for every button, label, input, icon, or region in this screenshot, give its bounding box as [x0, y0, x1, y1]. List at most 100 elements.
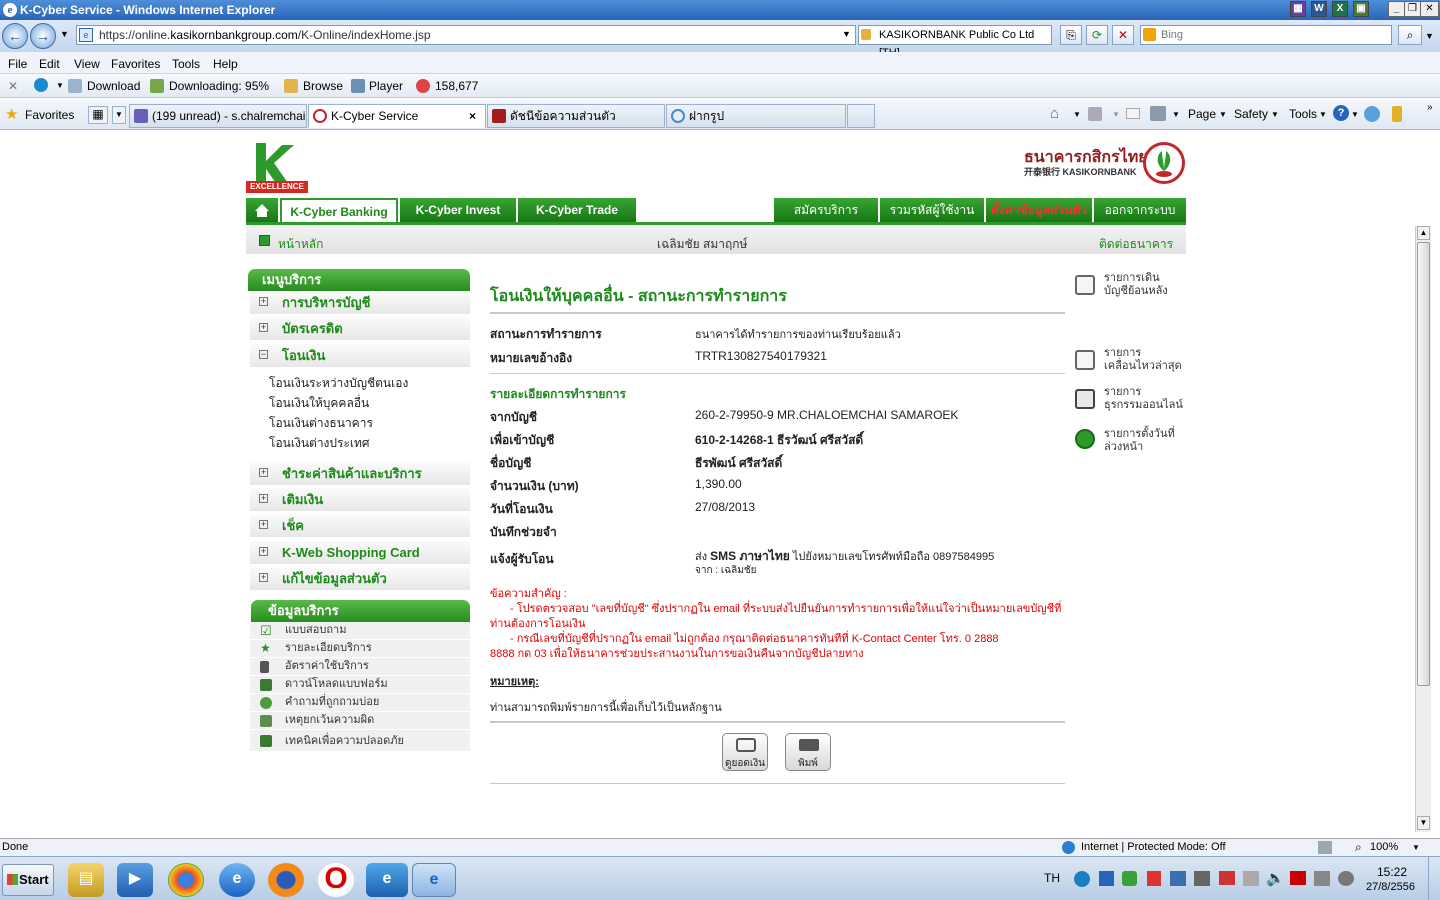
- start-button[interactable]: Start: [2, 864, 54, 896]
- back-button[interactable]: ←: [2, 23, 28, 49]
- clock-date[interactable]: 27/8/2556: [1366, 881, 1415, 893]
- app-icon-1[interactable]: ▦: [1290, 1, 1306, 17]
- tray-icon-5[interactable]: [1170, 871, 1186, 886]
- stop-icon[interactable]: ✕: [1112, 25, 1134, 45]
- word-icon[interactable]: W: [1311, 1, 1327, 17]
- info-service-fees[interactable]: อัตราค่าใช้บริการ: [250, 658, 470, 676]
- opera-taskbar-icon[interactable]: O: [318, 863, 354, 897]
- chrome-taskbar-icon[interactable]: [168, 863, 204, 897]
- compatibility-icon[interactable]: ⎘: [1060, 25, 1082, 45]
- menu-account-management[interactable]: + การบริหารบัญชี: [250, 291, 470, 315]
- language-indicator[interactable]: TH: [1044, 871, 1060, 885]
- zoom-dropdown-icon[interactable]: ▼: [1412, 843, 1420, 852]
- home-link[interactable]: หน้าหลัก: [278, 235, 323, 254]
- help-icon[interactable]: ?: [1333, 105, 1349, 121]
- home-dropdown-icon[interactable]: ▼: [1073, 110, 1081, 119]
- feeds-icon[interactable]: [1088, 107, 1102, 121]
- ie-window-1-taskbar-icon[interactable]: e: [366, 863, 408, 897]
- menu-top-up[interactable]: + เติมเงิน: [250, 488, 470, 512]
- ati-tray-icon[interactable]: [1290, 871, 1306, 885]
- menu-k-web-shopping-card[interactable]: + K-Web Shopping Card: [250, 541, 470, 565]
- media-player-taskbar-icon[interactable]: ▶: [117, 863, 153, 897]
- tray-icon-1[interactable]: [1074, 871, 1090, 887]
- tray-icon-6[interactable]: [1194, 871, 1210, 886]
- excel-icon[interactable]: X: [1332, 1, 1348, 17]
- home-icon[interactable]: ⌂: [1050, 105, 1059, 122]
- search-icon[interactable]: ⌕: [1398, 25, 1422, 45]
- menu-favorites[interactable]: Favorites: [111, 57, 160, 71]
- scroll-thumb[interactable]: [1417, 242, 1430, 686]
- k-excellence-logo[interactable]: EXCELLENCE: [246, 141, 308, 193]
- feeds-dropdown-icon[interactable]: ▼: [1112, 110, 1120, 119]
- player-button[interactable]: Player: [369, 79, 403, 93]
- address-dropdown-icon[interactable]: ▼: [842, 29, 851, 39]
- scroll-down-icon[interactable]: ▼: [1417, 816, 1430, 830]
- tray-icon-2[interactable]: [1099, 871, 1114, 886]
- tab-list-dropdown-icon[interactable]: ▼: [112, 106, 126, 124]
- quick-tabs-icon[interactable]: ▦: [88, 106, 108, 124]
- browse-button[interactable]: Browse: [303, 79, 343, 93]
- minimize-button[interactable]: _: [1388, 1, 1405, 17]
- info-disclaimer[interactable]: เหตุยกเว้นความผิด: [250, 712, 470, 730]
- favorites-star-icon[interactable]: ★: [5, 105, 18, 123]
- submenu-international-transfer[interactable]: โอนเงินต่างประเทศ: [269, 434, 370, 453]
- refresh-icon[interactable]: ⟳: [1086, 25, 1108, 45]
- tab-upload-photo[interactable]: ฝากรูป: [666, 104, 846, 128]
- globe-dropdown-icon[interactable]: ▼: [56, 81, 64, 90]
- tools-dropdown-icon[interactable]: ▼: [1319, 110, 1327, 119]
- search-input[interactable]: Bing: [1140, 25, 1392, 45]
- menu-view[interactable]: View: [74, 57, 100, 71]
- scroll-up-icon[interactable]: ▲: [1417, 226, 1430, 240]
- scheduled-transactions-link[interactable]: รายการตั้งวันที่ ล่วงหน้า: [1104, 428, 1175, 454]
- menu-tools[interactable]: Tools: [172, 57, 200, 71]
- forward-button[interactable]: →: [30, 23, 56, 49]
- home-page-icon[interactable]: [259, 235, 270, 246]
- menu-edit[interactable]: Edit: [39, 57, 60, 71]
- history-dropdown-icon[interactable]: ▼: [60, 29, 69, 39]
- close-window-button[interactable]: ✕: [1420, 1, 1439, 17]
- print-icon[interactable]: [1150, 106, 1166, 121]
- zoom-icon[interactable]: ⌕: [1355, 840, 1362, 855]
- info-download-forms[interactable]: ดาวน์โหลดแบบฟอร์ม: [250, 676, 470, 694]
- register-service-button[interactable]: สมัครบริการ: [774, 198, 878, 222]
- tab-private-messages[interactable]: ดัชนีข้อความส่วนตัว: [487, 104, 665, 128]
- explorer-taskbar-icon[interactable]: ▤: [68, 863, 104, 897]
- tray-icon-8[interactable]: [1243, 871, 1259, 886]
- print-dropdown-icon[interactable]: ▼: [1172, 110, 1180, 119]
- submenu-interbank-transfer[interactable]: โอนเงินต่างธนาคาร: [269, 414, 373, 433]
- submenu-third-party-transfer[interactable]: โอนเงินให้บุคคลอื่น: [269, 394, 369, 413]
- info-security-tips[interactable]: เทคนิคเพื่อความปลอดภัย: [250, 730, 470, 752]
- address-input[interactable]: https://online.kasikornbankgroup.com/K-O…: [76, 25, 856, 45]
- research-icon[interactable]: [1392, 106, 1402, 122]
- more-tools-icon[interactable]: »: [1427, 102, 1433, 113]
- tab-k-cyber-invest[interactable]: K-Cyber Invest: [400, 198, 516, 222]
- menu-transfer[interactable]: − โอนเงิน: [250, 344, 470, 368]
- statement-history-link[interactable]: รายการเดิน บัญชีย้อนหลัง: [1104, 272, 1168, 298]
- info-faq[interactable]: คำถามที่ถูกถามบ่อย: [250, 694, 470, 712]
- scheduled-transactions-icon[interactable]: [1075, 429, 1095, 449]
- tray-icon-12[interactable]: [1338, 871, 1354, 886]
- menu-credit-card[interactable]: + บัตรเครดิต: [250, 317, 470, 341]
- logout-button[interactable]: ออกจากระบบ: [1094, 198, 1186, 222]
- recent-movement-link[interactable]: รายการ เคลื่อนไหวล่าสุด: [1104, 347, 1182, 373]
- search-dropdown-icon[interactable]: ▼: [1425, 31, 1434, 41]
- view-balance-button[interactable]: ดูยอดเงิน: [722, 733, 768, 771]
- online-transactions-icon[interactable]: [1075, 389, 1095, 409]
- download-button[interactable]: Download: [87, 79, 140, 93]
- menu-bill-payment[interactable]: + ชำระค่าสินค้าและบริการ: [250, 462, 470, 486]
- security-zone[interactable]: Internet | Protected Mode: Off: [1081, 841, 1226, 853]
- tab-k-cyber-service[interactable]: K-Cyber Service ×: [308, 104, 486, 128]
- maximize-button[interactable]: ❐: [1404, 1, 1421, 17]
- safety-dropdown-icon[interactable]: ▼: [1271, 110, 1279, 119]
- menu-file[interactable]: File: [8, 57, 27, 71]
- statement-history-icon[interactable]: [1075, 275, 1095, 295]
- protected-mode-icon[interactable]: [1318, 841, 1332, 854]
- submenu-own-account-transfer[interactable]: โอนเงินระหว่างบัญชีตนเอง: [269, 374, 408, 393]
- safety-menu[interactable]: Safety: [1234, 107, 1268, 121]
- page-menu[interactable]: Page: [1188, 107, 1216, 121]
- info-service-details[interactable]: ★ รายละเอียดบริการ: [250, 640, 470, 658]
- tools-menu[interactable]: Tools: [1289, 107, 1317, 121]
- favorites-button[interactable]: Favorites: [25, 108, 74, 122]
- messenger-icon[interactable]: [1364, 106, 1380, 122]
- page-dropdown-icon[interactable]: ▼: [1219, 110, 1227, 119]
